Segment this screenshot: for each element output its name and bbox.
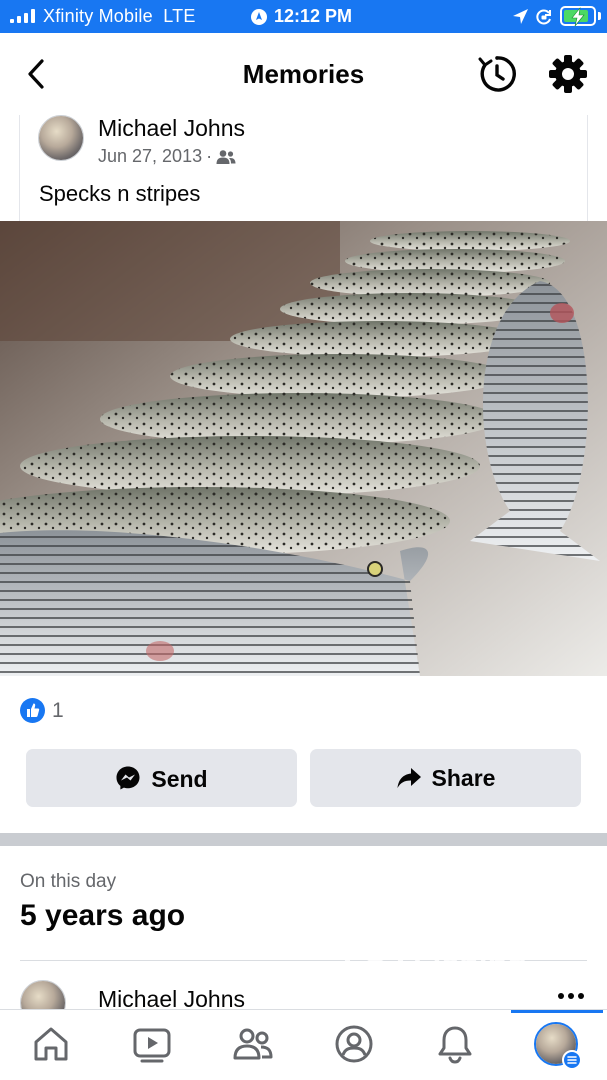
menu-lines-icon <box>562 1050 582 1070</box>
gear-icon[interactable] <box>547 53 589 95</box>
alarm-icon <box>251 9 267 25</box>
profile-icon[interactable] <box>334 1024 374 1064</box>
like-reaction-icon <box>20 698 45 723</box>
status-bar: Xfinity Mobile LTE 12:12 PM <box>0 0 607 33</box>
meta-separator: · <box>206 146 213 166</box>
home-icon[interactable] <box>31 1024 71 1064</box>
avatar-image <box>39 116 83 160</box>
share-label: Share <box>431 765 496 791</box>
status-time: 12:12 PM <box>250 6 352 27</box>
signal-icon <box>10 9 35 23</box>
friends-icon[interactable] <box>233 1024 273 1064</box>
fishingbooker-logo-icon <box>344 937 404 1008</box>
post-author[interactable]: Michael Johns <box>98 115 245 142</box>
messenger-icon <box>116 766 140 790</box>
post-photo[interactable] <box>0 221 607 676</box>
watermark-text: Booker <box>413 976 524 1012</box>
menu-avatar[interactable] <box>534 1022 582 1070</box>
post-date[interactable]: Jun 27, 2013 <box>98 146 202 166</box>
network-label: LTE <box>163 6 196 26</box>
fishingbooker-watermark: Fishing Booker <box>343 936 553 1012</box>
rotation-lock-icon <box>536 9 551 25</box>
fish-photo-illustration <box>0 221 607 676</box>
battery-cap <box>598 12 601 20</box>
section-title: 5 years ago <box>20 899 186 932</box>
more-options-icon[interactable] <box>555 986 587 1006</box>
post-text: Specks n stripes <box>39 181 201 206</box>
memory-post-card: Michael Johns Jun 27, 2013 · Specks n str… <box>19 115 588 221</box>
navigation-arrow-icon <box>513 9 528 24</box>
bell-icon[interactable] <box>435 1024 475 1064</box>
memories-header: Memories <box>0 33 607 115</box>
charging-bolt-icon <box>571 7 585 27</box>
section-divider <box>0 833 607 846</box>
friends-icon <box>216 150 236 164</box>
send-button[interactable]: Send <box>26 749 297 807</box>
carrier-label: Xfinity Mobile LTE <box>43 6 196 26</box>
video-icon[interactable] <box>132 1024 172 1064</box>
avatar[interactable] <box>38 115 84 161</box>
bottom-navigation <box>0 1009 607 1080</box>
share-button[interactable]: Share <box>310 749 581 807</box>
share-arrow-icon <box>397 768 421 788</box>
send-label: Send <box>151 766 208 792</box>
post-meta: Jun 27, 2013 · <box>98 146 236 167</box>
active-tab-indicator <box>511 1010 603 1013</box>
section-label: On this day <box>20 871 117 892</box>
history-clock-icon[interactable] <box>476 53 518 95</box>
like-count: 1 <box>52 699 64 722</box>
